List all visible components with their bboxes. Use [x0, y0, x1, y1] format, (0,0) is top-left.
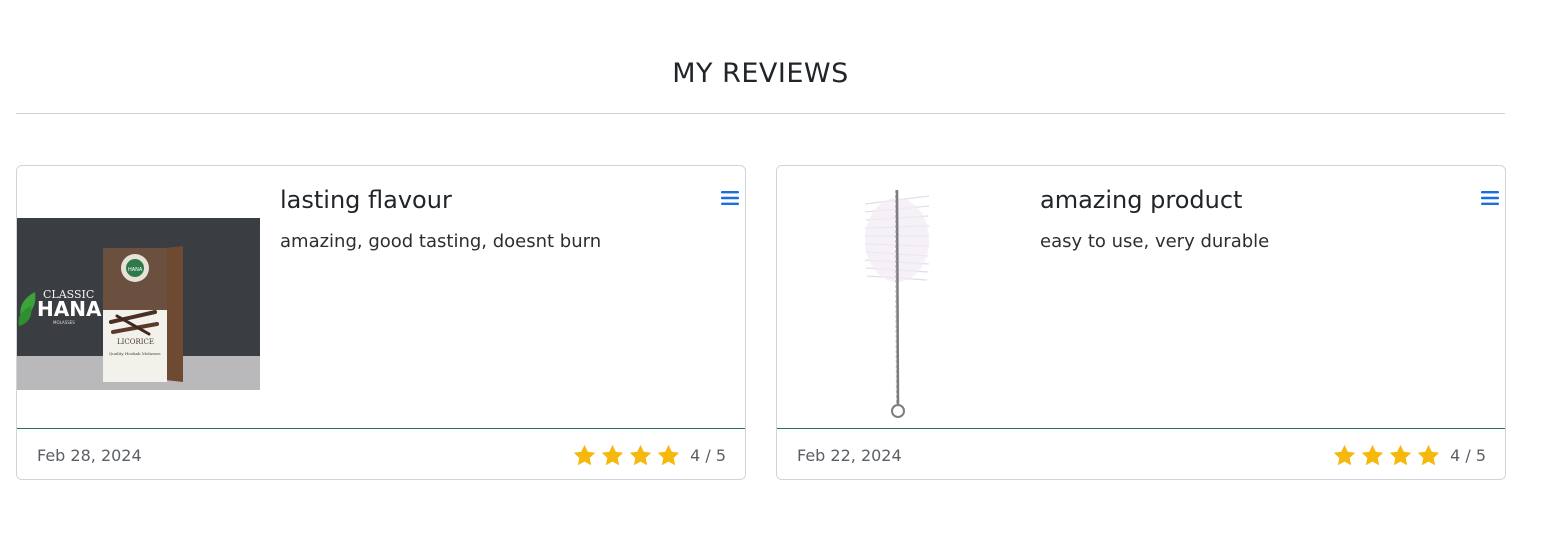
star-icon	[1417, 444, 1440, 465]
review-card-body: CLASSIC HANA MOLASSES HANA LICORICE Qual…	[17, 166, 745, 428]
review-title: amazing product	[1040, 186, 1243, 214]
box-product: LICORICE	[117, 338, 154, 346]
review-text: amazing, good tasting, doesnt burn	[280, 231, 602, 252]
box-tagline: Quality Hookah Molasses	[109, 351, 161, 356]
review-title: lasting flavour	[280, 186, 452, 214]
box-brand: HANA	[128, 267, 143, 273]
hamburger-menu-icon[interactable]	[721, 190, 739, 206]
review-date: Feb 22, 2024	[797, 446, 902, 465]
review-card-body: amazing product easy to use, very durabl…	[777, 166, 1505, 428]
rating-text: 4 / 5	[690, 445, 726, 465]
star-icon	[1361, 444, 1384, 465]
brand-sub: MOLASSES	[53, 320, 75, 325]
review-card: CLASSIC HANA MOLASSES HANA LICORICE Qual…	[16, 165, 746, 480]
brand-line2: HANA	[37, 297, 102, 321]
rating: 4 / 5	[572, 442, 726, 468]
review-card-footer: Feb 22, 2024 4 / 5	[777, 428, 1505, 479]
product-image-hookah-tobacco: CLASSIC HANA MOLASSES HANA LICORICE Qual…	[17, 166, 260, 428]
review-card-footer: Feb 28, 2024 4 / 5	[17, 428, 745, 479]
star-icon	[657, 444, 680, 465]
review-text: easy to use, very durable	[1040, 231, 1270, 252]
title-divider	[16, 113, 1505, 114]
product-image-cleaning-brush	[777, 166, 1020, 428]
page-title: MY REVIEWS	[672, 58, 849, 89]
hamburger-menu-icon[interactable]	[1481, 190, 1499, 206]
star-icon	[1333, 444, 1356, 465]
review-card: amazing product easy to use, very durabl…	[776, 165, 1506, 480]
star-icon	[601, 444, 624, 465]
star-icon	[573, 444, 596, 465]
star-icon	[629, 444, 652, 465]
review-date: Feb 28, 2024	[37, 446, 142, 465]
rating-text: 4 / 5	[1450, 445, 1486, 465]
star-icon	[1389, 444, 1412, 465]
rating: 4 / 5	[1332, 442, 1486, 468]
